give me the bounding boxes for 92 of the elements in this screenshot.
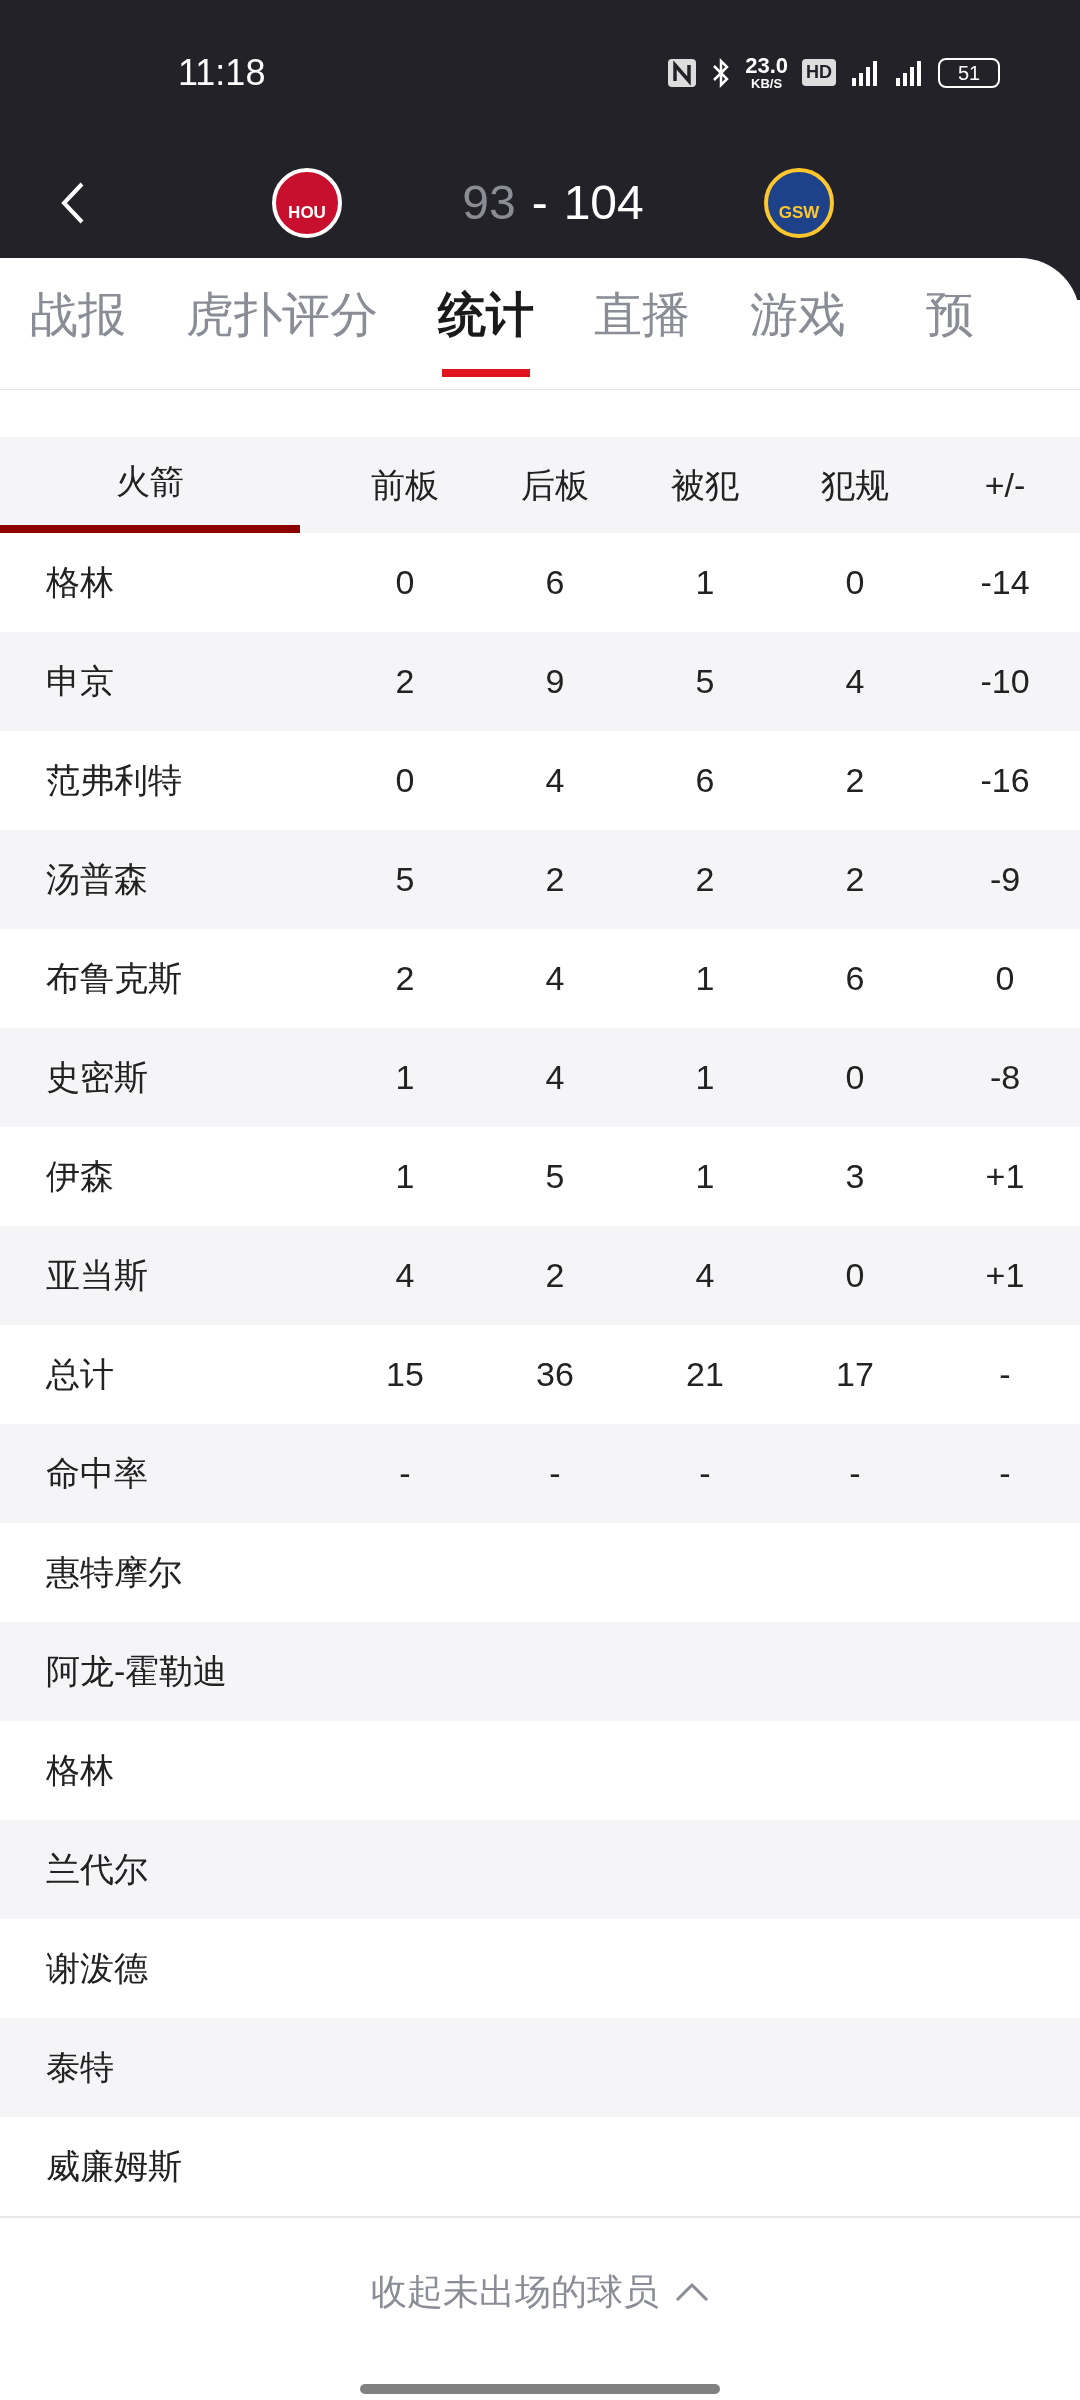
nfc-icon — [667, 57, 698, 88]
table-cell-text: 21 — [686, 1354, 724, 1395]
away-score: 104 — [563, 174, 644, 231]
column-header: 后板 — [520, 464, 590, 506]
table-cell-text: 2 — [695, 859, 715, 900]
player-name: 伊森 — [46, 1157, 114, 1195]
player-name: 泰特 — [46, 2048, 114, 2086]
collapse-button[interactable]: 收起未出场的球员 — [371, 2265, 709, 2319]
table-cell-text: -16 — [980, 760, 1030, 801]
team-abbr: GSW — [778, 202, 820, 224]
table-cell-text: 5 — [545, 1156, 565, 1197]
table-cell-text: 4 — [545, 1057, 565, 1098]
table-cell-text: - — [699, 1453, 711, 1494]
table-cell-text: - — [549, 1453, 561, 1494]
table-cell-text: 3 — [845, 1156, 865, 1197]
column-header: 犯规 — [820, 464, 890, 506]
table-cell-text: 0 — [995, 958, 1015, 999]
table-cell-text: 0 — [845, 1255, 865, 1296]
table-cell-text: 6 — [695, 760, 715, 801]
hd-badge: HD — [802, 59, 836, 86]
table-cell-text: -10 — [980, 661, 1030, 702]
table-cell-text: 15 — [386, 1354, 424, 1395]
player-name: 格林 — [46, 1751, 114, 1789]
table-cell-text: +1 — [985, 1156, 1025, 1197]
chevron-up-icon — [675, 2282, 709, 2302]
table-cell-text: 2 — [845, 760, 865, 801]
table-cell-text: 1 — [695, 958, 715, 999]
player-name: 申京 — [46, 662, 114, 700]
tab[interactable]: 游戏 — [750, 258, 846, 389]
table-cell-text: 1 — [695, 562, 715, 603]
table-cell-text: 2 — [845, 859, 865, 900]
player-name: 谢泼德 — [46, 1949, 148, 1987]
tab[interactable]: 虎扑评分 — [186, 258, 378, 389]
table-cell-text: 5 — [695, 661, 715, 702]
player-name: 兰代尔 — [46, 1850, 148, 1888]
table-cell-text: - — [999, 1354, 1011, 1395]
player-name: 威廉姆斯 — [46, 2147, 182, 2185]
table-cell-text: 4 — [845, 661, 865, 702]
tab[interactable]: 统计 — [438, 258, 534, 389]
player-name: 亚当斯 — [46, 1256, 148, 1294]
player-name: 布鲁克斯 — [46, 959, 182, 997]
tab[interactable]: 战报 — [30, 258, 126, 389]
player-name: 格林 — [46, 563, 114, 601]
table-cell-text: 0 — [845, 1057, 865, 1098]
table-cell-text: +1 — [985, 1255, 1025, 1296]
home-score: 93 — [462, 174, 516, 231]
table-cell-text: 1 — [695, 1057, 715, 1098]
table-cell-text: 2 — [545, 1255, 565, 1296]
table-cell-text: 4 — [545, 958, 565, 999]
table-cell-text: 17 — [836, 1354, 874, 1395]
tab[interactable]: 预 — [906, 258, 994, 389]
column-header: 被犯 — [670, 464, 740, 506]
tab[interactable]: 直播 — [594, 258, 690, 389]
table-cell-text: - — [849, 1453, 861, 1494]
table-cell-text: 5 — [395, 859, 415, 900]
table-cell-text: 2 — [395, 958, 415, 999]
table-cell-text: - — [999, 1453, 1011, 1494]
table-cell-text: 6 — [845, 958, 865, 999]
table-cell-text: 2 — [395, 661, 415, 702]
score-separator: - — [531, 174, 548, 231]
player-name: 阿龙-霍勒迪 — [46, 1652, 228, 1690]
player-name: 史密斯 — [46, 1058, 148, 1096]
table-cell-text: -14 — [980, 562, 1030, 603]
back-icon[interactable] — [60, 180, 86, 225]
network-speed: 23.0 — [745, 55, 788, 77]
table-cell-text: 2 — [545, 859, 565, 900]
player-name: 汤普森 — [46, 860, 148, 898]
table-cell-text: 4 — [695, 1255, 715, 1296]
column-header: +/- — [983, 464, 1027, 506]
status-time: 11:18 — [178, 50, 266, 95]
battery-icon: 51 — [938, 57, 1000, 88]
table-cell-text: 0 — [395, 562, 415, 603]
table-cell-text: 4 — [545, 760, 565, 801]
table-cell-text: 9 — [545, 661, 565, 702]
table-cell-text: 0 — [845, 562, 865, 603]
player-name: 惠特摩尔 — [46, 1553, 182, 1591]
column-header: 前板 — [370, 464, 440, 506]
player-name: 命中率 — [46, 1454, 148, 1492]
table-cell-text: 1 — [695, 1156, 715, 1197]
player-name: 总计 — [46, 1355, 114, 1393]
network-speed-unit: KB/S — [751, 77, 783, 90]
table-cell-text: 4 — [395, 1255, 415, 1296]
table-cell-text: 36 — [536, 1354, 574, 1395]
table-cell-text: -8 — [989, 1057, 1021, 1098]
table-cell-text: 0 — [395, 760, 415, 801]
table-cell-text: 1 — [395, 1156, 415, 1197]
table-cell-text: - — [399, 1453, 411, 1494]
table-cell-text: -9 — [989, 859, 1021, 900]
player-name: 范弗利特 — [46, 761, 182, 799]
table-cell-text: 6 — [545, 562, 565, 603]
team-abbr: HOU — [288, 202, 326, 224]
table-cell-text: 1 — [395, 1057, 415, 1098]
